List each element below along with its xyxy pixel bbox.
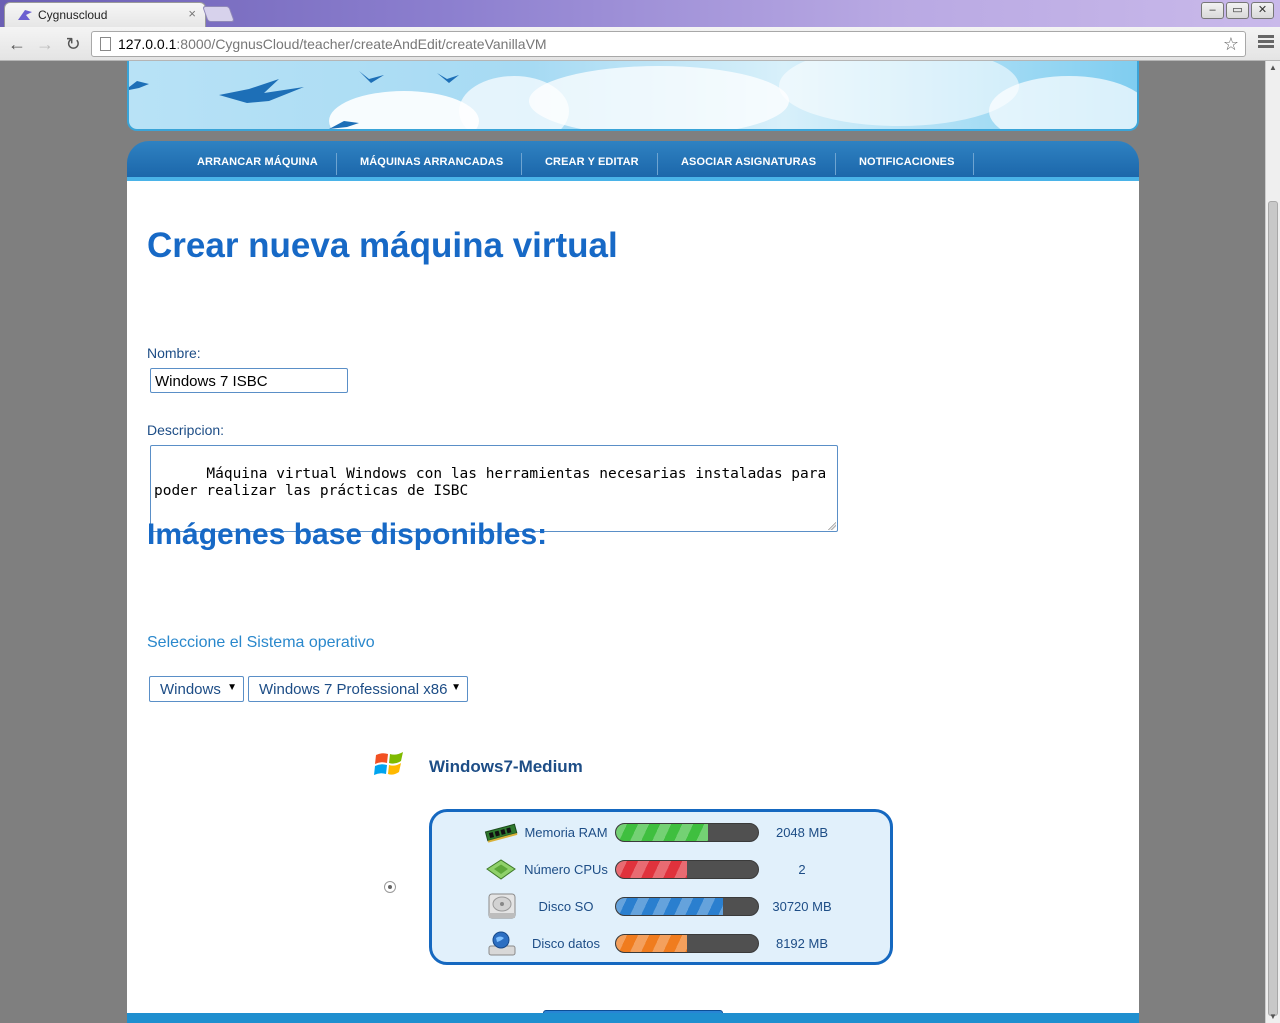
reload-icon[interactable]: ↻ — [61, 31, 85, 57]
tab-strip: Cygnuscloud × – ▭ ✕ — [0, 0, 1280, 27]
scroll-down-icon[interactable]: ▼ — [1269, 1012, 1277, 1021]
image-name: Windows7-Medium — [429, 757, 583, 776]
name-input[interactable]: Windows 7 ISBC — [150, 368, 348, 393]
spec-row-ram: Memoria RAM 2048 MB — [432, 817, 890, 847]
nav-crear-y-editar[interactable]: CREAR Y EDITAR — [545, 156, 639, 168]
page-scrollbar[interactable]: ▲ ▼ — [1265, 61, 1280, 1023]
browser-toolbar: ← → ↻ 127.0.0.1:8000/CygnusCloud/teacher… — [0, 27, 1280, 61]
page-icon — [100, 37, 111, 51]
scrollbar-thumb[interactable] — [1268, 201, 1278, 1016]
nav-notificaciones[interactable]: NOTIFICACIONES — [859, 156, 955, 168]
description-text: Máquina virtual Windows con las herramie… — [154, 466, 827, 499]
swallow-left-icon — [129, 81, 149, 90]
spec-label: Disco datos — [532, 936, 600, 951]
swallows-decoration-icon — [219, 71, 459, 129]
spec-value: 8192 MB — [775, 936, 829, 951]
os-family-value: Windows — [160, 681, 221, 698]
os-family-select[interactable]: Windows ▼ — [149, 676, 244, 702]
spec-bar-fill — [616, 824, 709, 841]
window-maximize-button[interactable]: ▭ — [1226, 2, 1249, 19]
os-hint: Seleccione el Sistema operativo — [147, 634, 375, 651]
images-title: Imágenes base disponibles: — [147, 518, 548, 551]
spec-row-cpu: Número CPUs 2 — [432, 854, 890, 884]
spec-value: 2048 MB — [775, 825, 829, 840]
forward-arrow-icon[interactable]: → — [33, 31, 57, 57]
image-specs-panel: Memoria RAM 2048 MB Número CPUs 2 Disco … — [429, 809, 893, 965]
back-arrow-icon[interactable]: ← — [5, 31, 29, 57]
scroll-up-icon[interactable]: ▲ — [1269, 63, 1277, 72]
cpu-bar — [615, 860, 759, 879]
browser-tab[interactable]: Cygnuscloud × — [4, 2, 206, 27]
tab-close-icon[interactable]: × — [188, 7, 196, 21]
spec-row-data-disk: Disco datos 8192 MB — [432, 928, 890, 958]
windows-logo-icon — [374, 752, 403, 775]
chevron-down-icon: ▼ — [227, 682, 237, 693]
os-version-select[interactable]: Windows 7 Professional x86 ▼ — [248, 676, 468, 702]
browser-menu-icon[interactable] — [1258, 35, 1274, 51]
os-version-value: Windows 7 Professional x86 — [259, 681, 448, 698]
main-navbar: ARRANCAR MÁQUINA MÁQUINAS ARRANCADAS CRE… — [127, 141, 1139, 181]
spec-bar-fill — [616, 898, 723, 915]
os-disk-bar — [615, 897, 759, 916]
nav-asociar-asignaturas[interactable]: ASOCIAR ASIGNATURAS — [681, 156, 816, 168]
ram-bar — [615, 823, 759, 842]
spec-value: 2 — [798, 862, 806, 877]
footer-bar — [127, 1013, 1139, 1023]
spec-value: 30720 MB — [772, 899, 832, 914]
bookmark-star-icon[interactable]: ☆ — [1223, 32, 1239, 56]
page-title: Crear nueva máquina virtual — [147, 226, 618, 265]
name-label: Nombre: — [147, 345, 201, 361]
nav-maquinas-arrancadas[interactable]: MÁQUINAS ARRANCADAS — [360, 156, 503, 168]
address-url: 127.0.0.1:8000/CygnusCloud/teacher/creat… — [118, 36, 547, 52]
new-tab-button[interactable] — [202, 6, 235, 22]
spec-bar-fill — [616, 861, 687, 878]
cygnus-favicon-icon — [18, 10, 32, 20]
window-minimize-button[interactable]: – — [1201, 2, 1224, 19]
image-select-radio[interactable] — [384, 881, 396, 893]
description-label: Descripcion: — [147, 422, 225, 438]
spec-label: Número CPUs — [524, 862, 608, 877]
page-viewport: ARRANCAR MÁQUINA MÁQUINAS ARRANCADAS CRE… — [0, 61, 1265, 1023]
nav-arrancar-maquina[interactable]: ARRANCAR MÁQUINA — [197, 156, 318, 168]
data-disk-bar — [615, 934, 759, 953]
main-content: Crear nueva máquina virtual Nombre: Wind… — [127, 181, 1139, 1023]
spec-row-os-disk: Disco SO 30720 MB — [432, 891, 890, 921]
spec-label: Disco SO — [538, 899, 594, 914]
chevron-down-icon: ▼ — [451, 682, 461, 693]
window-close-button[interactable]: ✕ — [1251, 2, 1274, 19]
tab-title: Cygnuscloud — [38, 8, 108, 22]
spec-label: Memoria RAM — [524, 825, 608, 840]
address-bar[interactable]: 127.0.0.1:8000/CygnusCloud/teacher/creat… — [91, 31, 1246, 57]
resize-handle-icon[interactable] — [828, 522, 836, 530]
spec-bar-fill — [616, 935, 687, 952]
header-banner — [127, 61, 1139, 131]
